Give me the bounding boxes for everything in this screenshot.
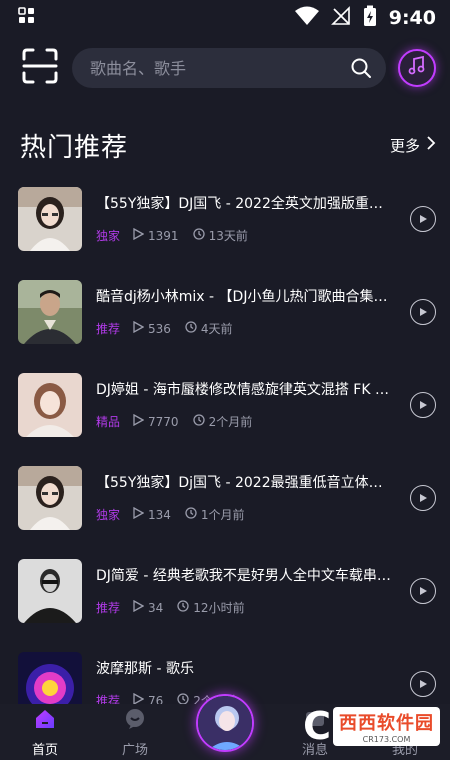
tab-home[interactable]: 首页: [5, 707, 85, 758]
status-time: 9:40: [388, 7, 436, 29]
play-button[interactable]: [410, 298, 436, 325]
song-title: 酷音dj杨小林mix - 【DJ小鱼儿热门歌曲合集…: [96, 289, 388, 305]
song-cover: [18, 465, 82, 530]
tab-plaza[interactable]: 广场: [95, 707, 175, 758]
more-label: 更多: [389, 136, 420, 155]
play-icon: [418, 581, 428, 600]
play-icon: [418, 674, 428, 693]
play-count-icon: [132, 227, 145, 243]
play-count-icon: [132, 320, 145, 336]
battery-charging-icon: [363, 5, 377, 31]
app-grid-icon: [18, 7, 36, 29]
play-icon: [418, 395, 428, 414]
upload-time: 13天前: [208, 229, 248, 243]
more-link[interactable]: 更多: [390, 135, 436, 156]
play-count: 34: [148, 600, 164, 615]
music-player-button[interactable]: [398, 49, 436, 87]
song-tag: 推荐: [96, 601, 121, 615]
upload-time: 12小时前: [193, 601, 245, 615]
hot-recommend-header: 热门推荐 更多: [0, 120, 450, 170]
chat-bubble-icon: [123, 707, 147, 735]
section-title: 热门推荐: [20, 132, 129, 163]
play-icon: [418, 488, 428, 507]
play-button[interactable]: [410, 484, 436, 511]
top-bar: [0, 36, 450, 100]
scan-icon: [22, 48, 58, 88]
chevron-right-icon: [426, 136, 436, 154]
play-button[interactable]: [410, 205, 436, 232]
upload-time: 2个月前: [208, 415, 253, 429]
song-title: 【55Y独家】DJ国飞 - 2022全英文加强版重低…: [96, 196, 396, 212]
status-bar: 9:40: [0, 0, 450, 36]
play-count-icon: [132, 413, 145, 429]
song-cover: [18, 186, 82, 251]
clock-icon: [185, 321, 197, 336]
song-cover: [18, 558, 82, 623]
scan-button[interactable]: [20, 48, 60, 88]
song-cover: [18, 279, 82, 344]
play-count-icon: [132, 599, 145, 615]
song-tag: 精品: [96, 415, 121, 429]
song-title: 波摩那斯 - 歌乐: [96, 661, 194, 677]
site-watermark: C 西西软件园 CR173.COM: [303, 704, 440, 748]
upload-time: 1个月前: [200, 508, 245, 522]
search-input[interactable]: [90, 58, 350, 78]
play-icon: [418, 209, 428, 228]
wifi-icon: [294, 6, 319, 30]
play-button[interactable]: [410, 391, 436, 418]
song-title: DJ婷姐 - 海市蜃楼修改情感旋律英文混搭 FK H…: [96, 382, 396, 398]
song-list: 【55Y独家】DJ国飞 - 2022全英文加强版重低… 独家 1391 13天前…: [0, 172, 450, 730]
song-row[interactable]: DJ婷姐 - 海市蜃楼修改情感旋律英文混搭 FK H… 精品 7770 2个月前: [0, 358, 450, 451]
watermark-box: 西西软件园 CR173.COM: [333, 706, 440, 746]
watermark-logo: C: [303, 704, 331, 748]
song-cover: [18, 372, 82, 437]
tab-label: 广场: [121, 742, 148, 758]
song-title: DJ简爱 - 经典老歌我不是好男人全中文车载串…: [96, 568, 391, 584]
play-button[interactable]: [410, 670, 436, 697]
now-playing-avatar[interactable]: [196, 694, 254, 752]
play-count: 7770: [148, 414, 179, 429]
song-row[interactable]: 【55Y独家】Dj国飞 - 2022最强重低音立体声… 独家 134 1个月前: [0, 451, 450, 544]
play-icon: [418, 302, 428, 321]
play-button[interactable]: [410, 577, 436, 604]
search-icon[interactable]: [350, 57, 372, 79]
play-count: 1391: [148, 228, 179, 243]
play-count: 134: [148, 507, 171, 522]
clock-icon: [192, 228, 205, 243]
song-tag: 独家: [96, 229, 121, 243]
song-row[interactable]: 【55Y独家】DJ国飞 - 2022全英文加强版重低… 独家 1391 13天前: [0, 172, 450, 265]
clock-icon: [192, 414, 205, 429]
song-title: 【55Y独家】Dj国飞 - 2022最强重低音立体声…: [96, 475, 396, 491]
no-signal-icon: [330, 6, 351, 30]
upload-time: 4天前: [200, 322, 233, 336]
song-row[interactable]: DJ简爱 - 经典老歌我不是好男人全中文车载串… 推荐 34 12小时前: [0, 544, 450, 637]
home-icon: [33, 707, 57, 735]
play-count: 536: [148, 321, 171, 336]
watermark-url: CR173.COM: [362, 734, 411, 744]
song-tag: 独家: [96, 508, 121, 522]
search-bar[interactable]: [72, 48, 386, 88]
watermark-text: 西西软件园: [339, 712, 434, 734]
clock-icon: [177, 600, 189, 615]
song-tag: 推荐: [96, 322, 121, 336]
play-count-icon: [132, 506, 145, 522]
tab-label: 首页: [31, 742, 58, 758]
music-note-icon: [406, 55, 428, 81]
song-row[interactable]: 酷音dj杨小林mix - 【DJ小鱼儿热门歌曲合集… 推荐 536 4天前: [0, 265, 450, 358]
clock-icon: [185, 507, 197, 522]
